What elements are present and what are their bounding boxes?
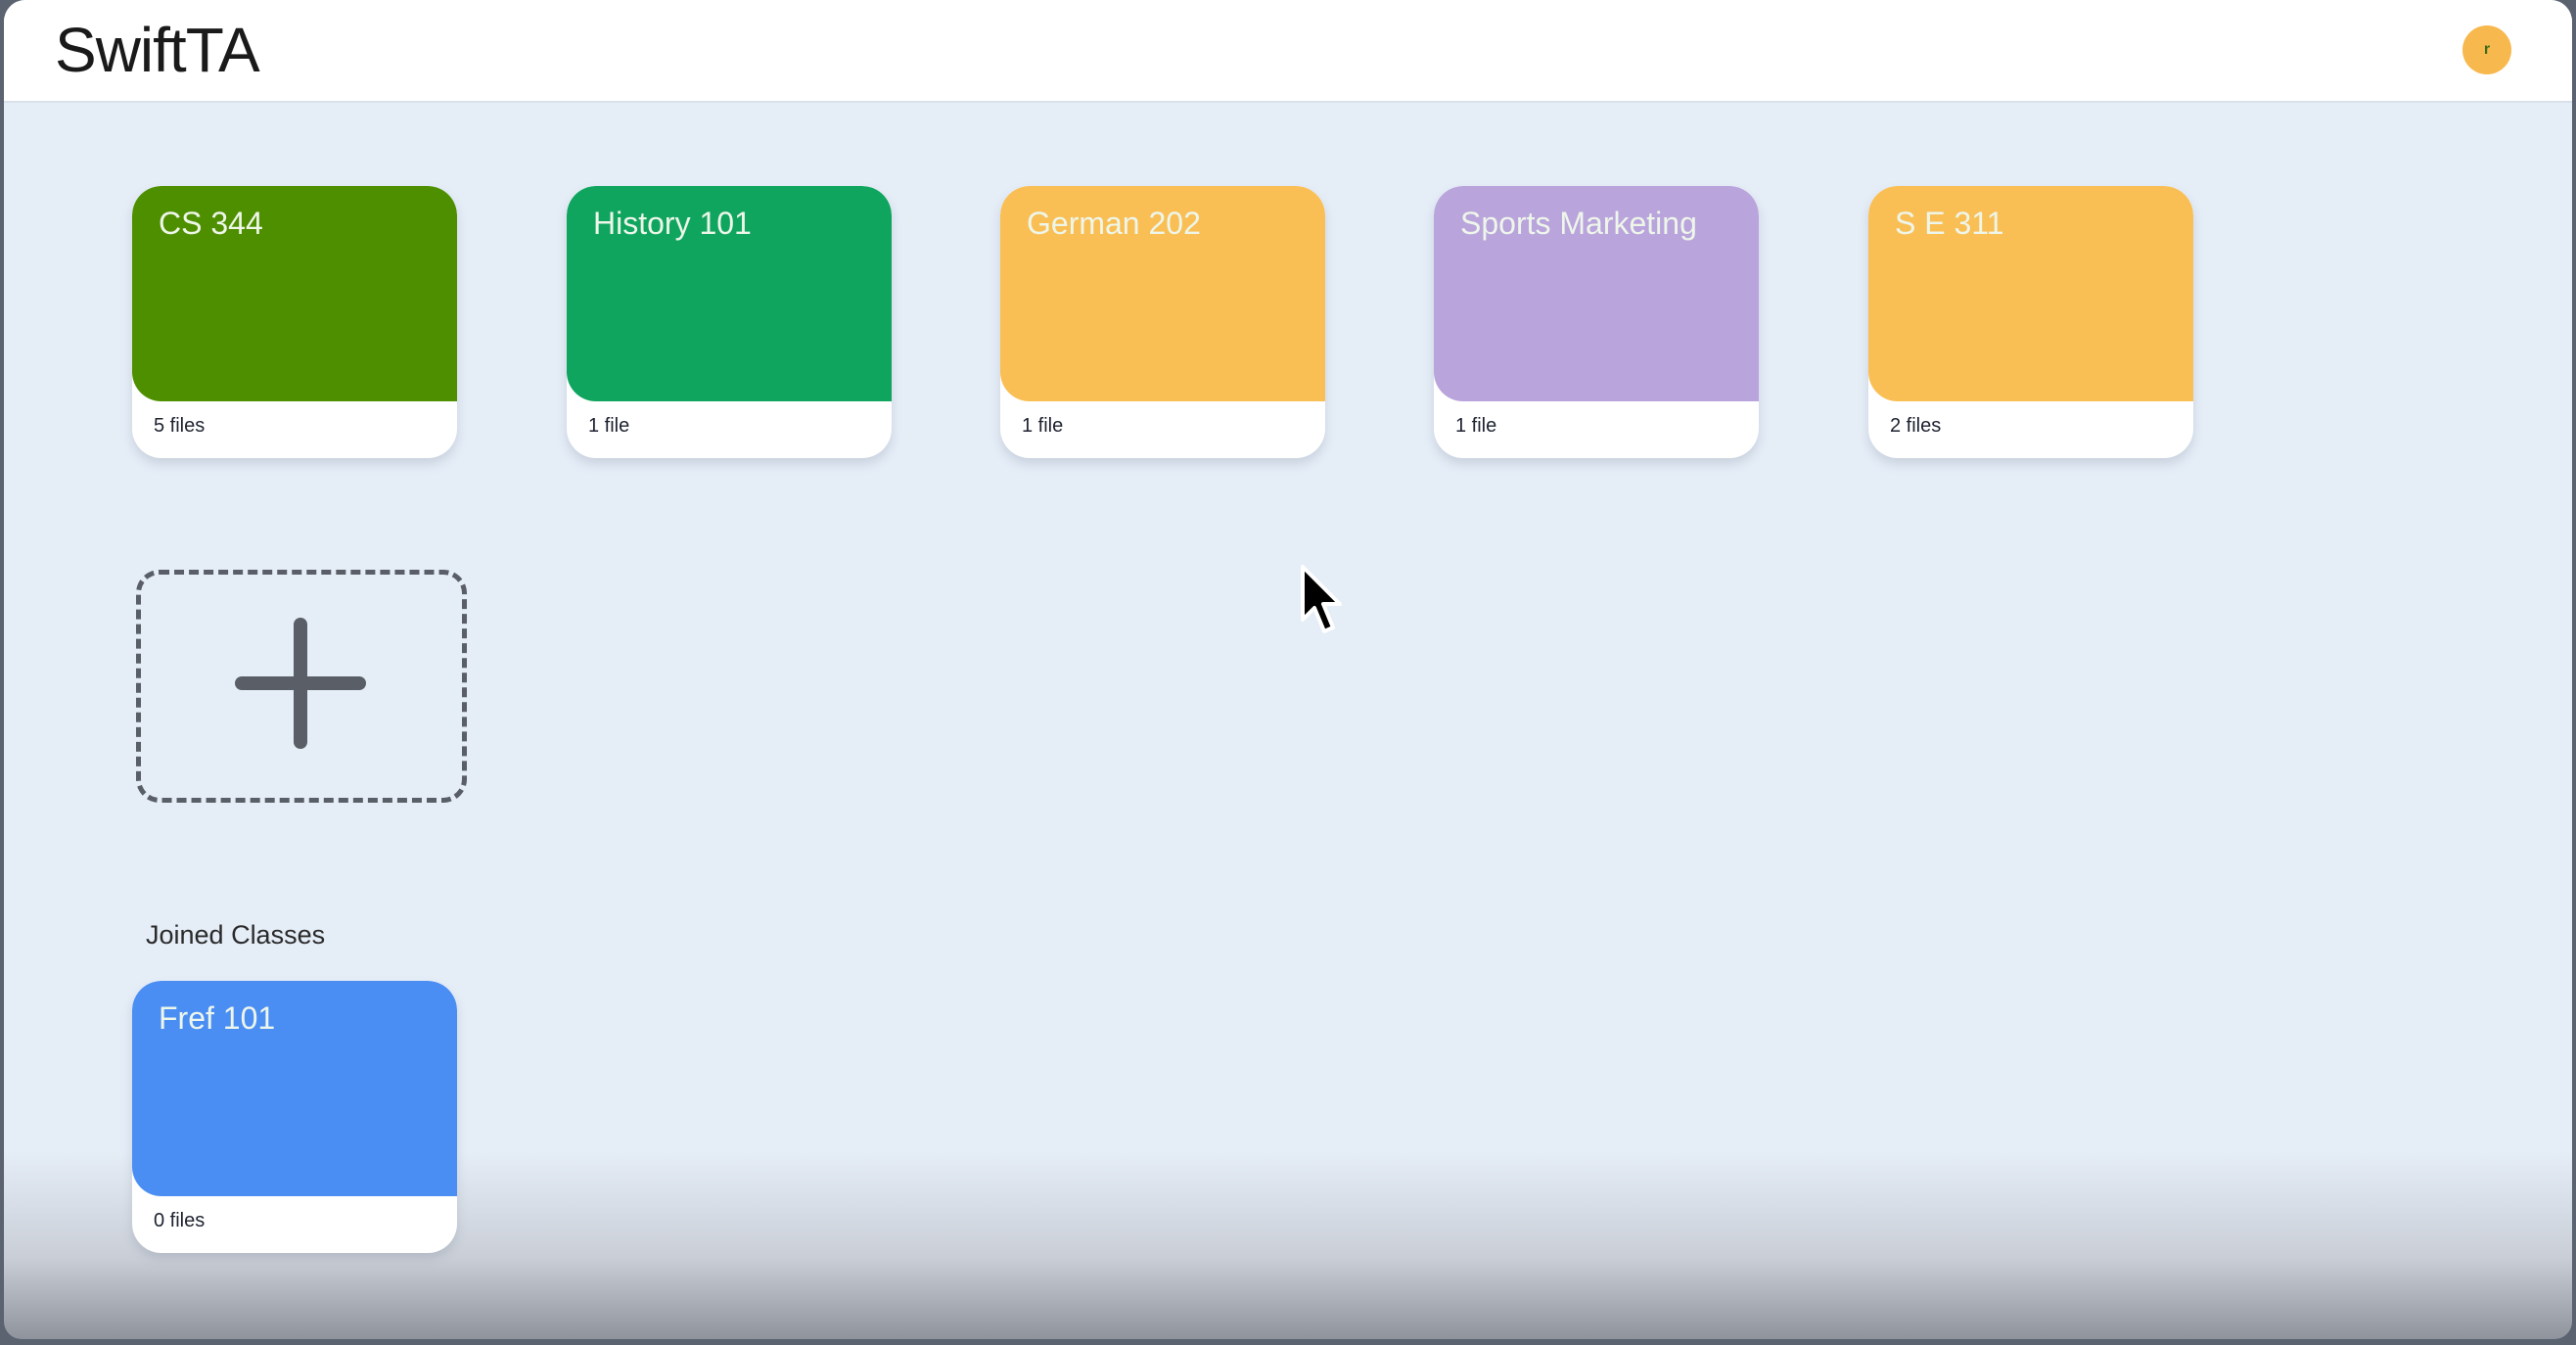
class-card-file-count: 1 file: [588, 415, 630, 437]
class-card-title: Fref 101: [159, 1000, 276, 1036]
joined-classes-heading: Joined Classes: [146, 920, 326, 950]
avatar[interactable]: r: [2462, 25, 2511, 74]
app-logo[interactable]: SwiftTA: [55, 14, 260, 86]
class-card-title: German 202: [1027, 206, 1201, 241]
class-card-fref-101[interactable]: Fref 101 0 files: [132, 981, 457, 1253]
class-card-file-count: 0 files: [154, 1210, 206, 1231]
add-class-button[interactable]: [136, 570, 467, 803]
class-card-title: S E 311: [1895, 206, 2004, 241]
class-card-title: Sports Marketing: [1460, 206, 1697, 241]
class-card-file-count: 5 files: [154, 415, 206, 437]
class-card-file-count: 1 file: [1022, 415, 1064, 437]
class-card-title: CS 344: [159, 206, 263, 241]
class-card-file-count: 1 file: [1455, 415, 1497, 437]
app-window: SwiftTA r CS 344 5 files History 101 1 f…: [4, 0, 2572, 1339]
top-bar: SwiftTA r: [4, 0, 2572, 103]
plus-icon: [294, 618, 307, 749]
class-card-title: History 101: [593, 206, 752, 241]
class-card-cs-344[interactable]: CS 344 5 files: [132, 186, 457, 458]
class-card-se-311[interactable]: S E 311 2 files: [1868, 186, 2193, 458]
class-card-history-101[interactable]: History 101 1 file: [567, 186, 892, 458]
class-card-file-count: 2 files: [1890, 415, 1942, 437]
class-card-sports-marketing[interactable]: Sports Marketing 1 file: [1434, 186, 1759, 458]
class-card-german-202[interactable]: German 202 1 file: [1000, 186, 1325, 458]
mouse-cursor-icon: [1301, 565, 1342, 633]
